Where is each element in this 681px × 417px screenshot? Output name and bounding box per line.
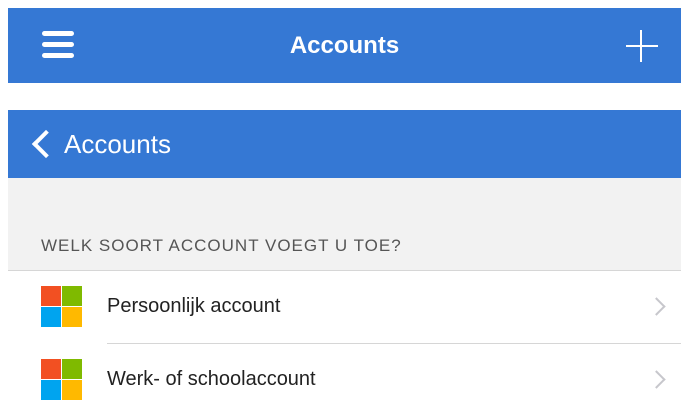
nav-bar: Accounts	[8, 110, 681, 178]
list-item-label: Persoonlijk account	[107, 295, 281, 317]
microsoft-logo-icon	[41, 286, 82, 327]
list-item-personal-account[interactable]: Persoonlijk account	[8, 271, 681, 344]
chevron-right-icon	[647, 370, 666, 389]
app-header: Accounts	[8, 8, 681, 83]
top-strip	[0, 0, 681, 8]
back-label: Accounts	[64, 128, 171, 159]
back-button[interactable]: Accounts	[28, 122, 171, 166]
chevron-left-icon	[31, 129, 61, 159]
list-item-work-school-account[interactable]: Werk- of schoolaccount	[8, 344, 681, 417]
menu-line	[42, 42, 74, 47]
list-item-label: Werk- of schoolaccount	[107, 368, 316, 390]
spacer	[0, 83, 681, 110]
section-header: WELK SOORT ACCOUNT VOEGT U TOE?	[41, 236, 402, 255]
menu-line	[42, 31, 74, 36]
plus-icon[interactable]	[626, 30, 658, 62]
page-title: Accounts	[289, 32, 400, 59]
account-type-list: Persoonlijk account Werk- of schoolaccou…	[8, 270, 681, 411]
microsoft-logo-icon	[41, 359, 82, 400]
hamburger-icon[interactable]	[40, 28, 76, 62]
chevron-right-icon	[647, 297, 666, 316]
section-area: WELK SOORT ACCOUNT VOEGT U TOE?	[8, 178, 681, 270]
menu-line	[42, 53, 74, 58]
